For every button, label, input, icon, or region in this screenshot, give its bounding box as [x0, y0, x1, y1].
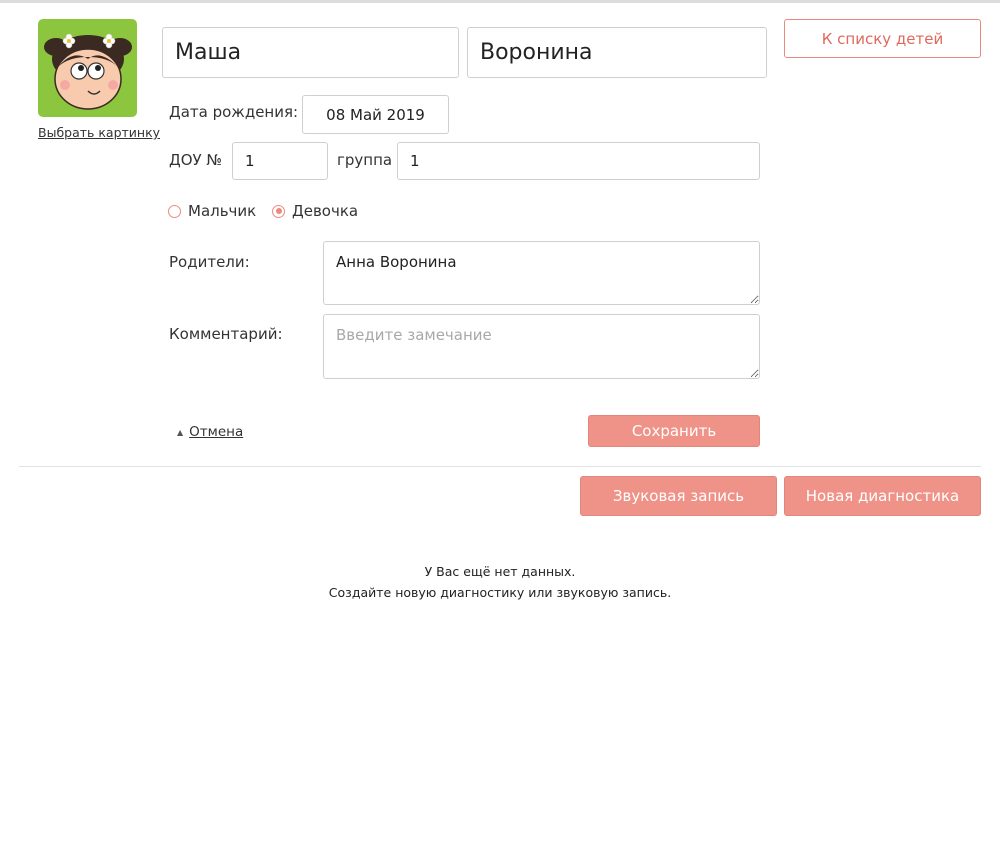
save-button[interactable]: Сохранить [588, 415, 760, 447]
comment-label: Комментарий: [169, 325, 283, 343]
empty-state-line-2: Создайте новую диагностику или звуковую … [328, 585, 672, 600]
gender-option-boy[interactable]: Мальчик [168, 202, 256, 220]
section-divider [19, 466, 981, 467]
last-name-input[interactable] [467, 27, 767, 78]
first-name-input[interactable] [162, 27, 459, 78]
audio-record-button[interactable]: Звуковая запись [580, 476, 777, 516]
empty-state-line-1: У Вас ещё нет данных. [424, 564, 576, 579]
girl-face-icon [44, 33, 132, 110]
gender-option-girl[interactable]: Девочка [272, 202, 358, 220]
parents-textarea[interactable]: Анна Воронина [323, 241, 760, 305]
radio-checked-icon[interactable] [272, 204, 285, 218]
dou-label: ДОУ № [169, 151, 223, 169]
top-border [0, 0, 1000, 3]
group-label: группа [337, 151, 393, 169]
caret-up-icon: ▲ [177, 427, 184, 437]
choose-picture-link[interactable]: Выбрать картинку [38, 125, 160, 140]
comment-textarea[interactable] [323, 314, 760, 379]
empty-state-message: У Вас ещё нет данных. Создайте новую диа… [0, 561, 1000, 603]
birth-date-label: Дата рождения: [169, 103, 299, 121]
group-input[interactable] [397, 142, 760, 180]
gender-option-label: Девочка [292, 202, 359, 220]
child-avatar[interactable] [38, 19, 137, 117]
cancel-link[interactable]: ▲ Отмена [177, 424, 243, 440]
dou-number-input[interactable] [232, 142, 328, 180]
radio-unchecked-icon[interactable] [168, 204, 181, 218]
gender-option-label: Мальчик [188, 202, 257, 220]
new-diagnostics-button[interactable]: Новая диагностика [784, 476, 981, 516]
birth-date-picker[interactable]: 08 Май 2019 [302, 95, 449, 134]
cancel-label: Отмена [189, 424, 244, 440]
back-to-children-list-button[interactable]: К списку детей [784, 19, 981, 58]
parents-label: Родители: [169, 253, 250, 271]
